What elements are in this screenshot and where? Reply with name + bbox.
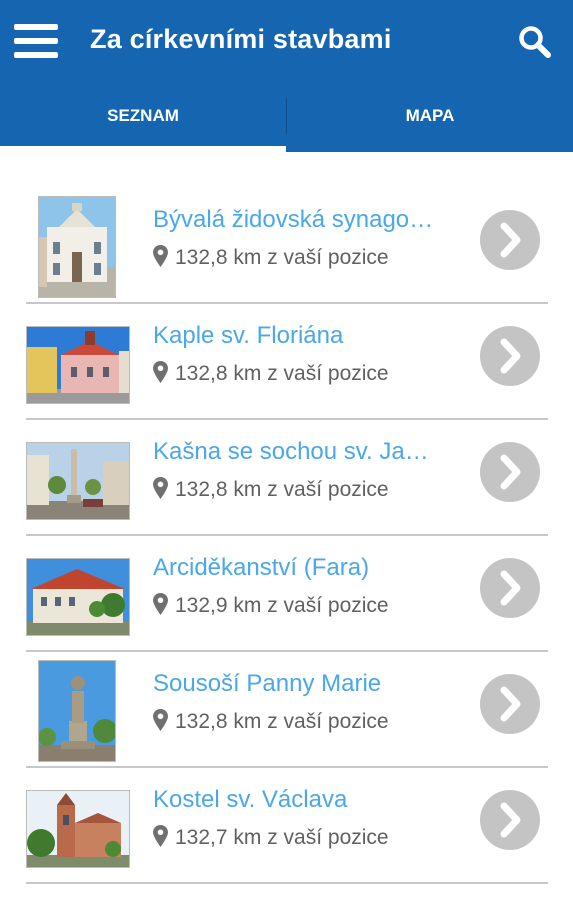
- map-pin-icon: [153, 361, 168, 383]
- building-thumbnail: [38, 660, 116, 762]
- item-title: Arciděkanství (Fara): [153, 554, 370, 581]
- item-distance: 132,9 km z vaší pozice: [175, 594, 389, 617]
- hamburger-menu-icon: [14, 24, 58, 30]
- item-distance: 132,8 km z vaší pozice: [175, 362, 389, 385]
- map-pin-icon: [153, 593, 168, 615]
- building-thumbnail: [26, 558, 130, 636]
- item-title: Kaple sv. Floriána: [153, 322, 344, 349]
- open-detail-button[interactable]: [480, 442, 540, 502]
- building-thumbnail: [26, 790, 130, 868]
- list-item[interactable]: Kostel sv. Václava 132,7 km z vaší pozic…: [26, 768, 548, 884]
- tab-bar: SEZNAM MAPA: [0, 80, 573, 152]
- list-item[interactable]: Sousoší Panny Marie 132,8 km z vaší pozi…: [26, 652, 548, 768]
- list-item[interactable]: Kašna se sochou sv. Ja… 132,8 km z vaší …: [26, 420, 548, 536]
- tab-seznam[interactable]: SEZNAM: [0, 80, 286, 152]
- item-title: Kostel sv. Václava: [153, 786, 348, 813]
- app-title: Za církevními stavbami: [90, 24, 392, 54]
- item-distance: 132,8 km z vaší pozice: [175, 478, 389, 501]
- map-pin-icon: [153, 477, 168, 499]
- search-button[interactable]: [518, 25, 552, 59]
- app-bar: Za církevními stavbami: [0, 0, 573, 80]
- tab-mapa[interactable]: MAPA: [287, 80, 573, 152]
- chevron-right-icon: [500, 570, 521, 606]
- map-pin-icon: [153, 245, 168, 267]
- item-title: Sousoší Panny Marie: [153, 670, 382, 697]
- item-title: Kašna se sochou sv. Ja…: [153, 438, 429, 465]
- open-detail-button[interactable]: [480, 790, 540, 850]
- list-item[interactable]: Kaple sv. Floriána 132,8 km z vaší pozic…: [26, 304, 548, 420]
- open-detail-button[interactable]: [480, 326, 540, 386]
- map-pin-icon: [153, 709, 168, 731]
- row-divider: [26, 882, 548, 884]
- menu-button[interactable]: [14, 24, 58, 58]
- chevron-right-icon: [500, 454, 521, 490]
- map-pin-icon: [153, 825, 168, 847]
- search-icon: [519, 26, 551, 58]
- building-thumbnail: [38, 196, 116, 298]
- open-detail-button[interactable]: [480, 674, 540, 734]
- chevron-right-icon: [500, 686, 521, 722]
- item-distance: 132,8 km z vaší pozice: [175, 246, 389, 269]
- item-title: Bývalá židovská synago…: [153, 206, 434, 233]
- open-detail-button[interactable]: [480, 210, 540, 270]
- tab-selected-indicator: [0, 146, 286, 152]
- item-distance: 132,8 km z vaší pozice: [175, 710, 389, 733]
- building-thumbnail: [26, 442, 130, 520]
- chevron-right-icon: [500, 802, 521, 838]
- building-thumbnail: [26, 326, 130, 404]
- open-detail-button[interactable]: [480, 558, 540, 618]
- list-item[interactable]: Arciděkanství (Fara) 132,9 km z vaší poz…: [26, 536, 548, 652]
- item-distance: 132,7 km z vaší pozice: [175, 826, 389, 849]
- list-item[interactable]: Bývalá židovská synago… 132,8 km z vaší …: [26, 188, 548, 304]
- chevron-right-icon: [500, 222, 521, 258]
- chevron-right-icon: [500, 338, 521, 374]
